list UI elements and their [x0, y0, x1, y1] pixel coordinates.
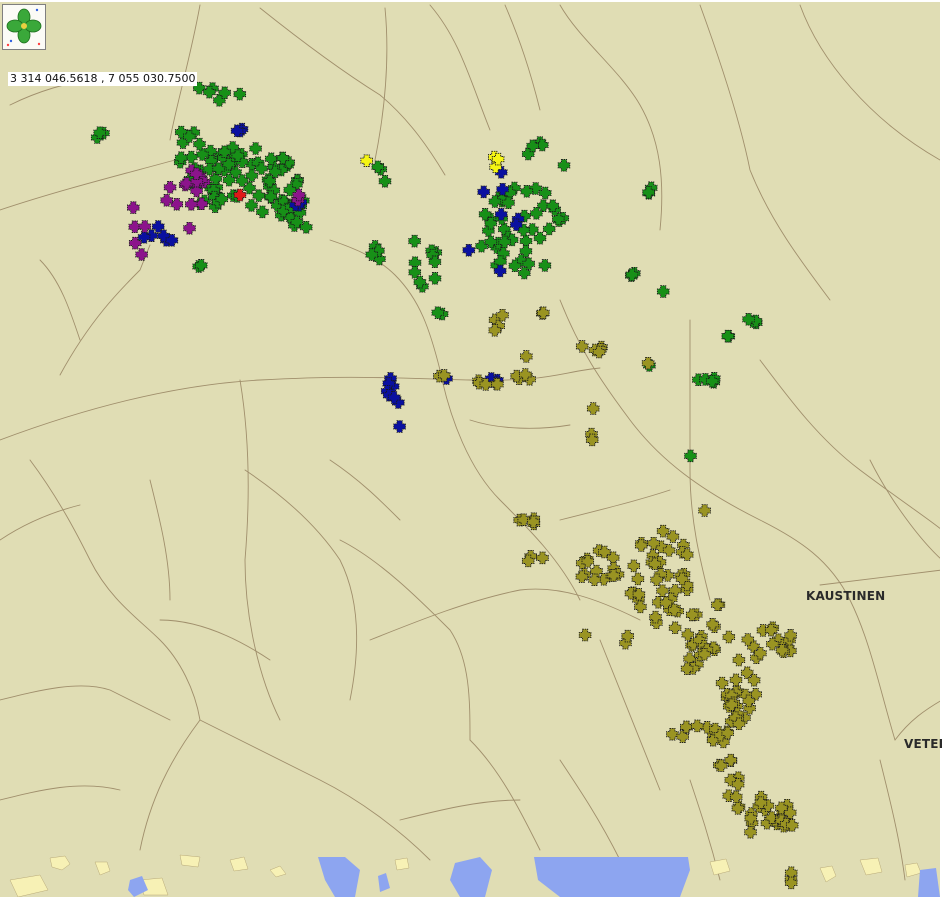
- green-point-marker[interactable]: [542, 222, 556, 236]
- place-label-veteli: VETEL: [904, 737, 942, 751]
- blue-point-marker[interactable]: [477, 185, 490, 199]
- green-point-marker[interactable]: [256, 205, 269, 219]
- four-leaf-clover-icon: [6, 8, 42, 47]
- green-point-marker[interactable]: [249, 142, 262, 155]
- purple-point-marker[interactable]: [163, 181, 177, 194]
- app-logo[interactable]: [2, 4, 46, 50]
- olive-point-marker[interactable]: [627, 559, 641, 573]
- olive-point-marker[interactable]: [698, 504, 711, 517]
- olive-point-marker[interactable]: [586, 402, 600, 415]
- green-point-marker[interactable]: [721, 329, 735, 343]
- olive-point-marker[interactable]: [732, 653, 746, 667]
- olive-point-marker[interactable]: [668, 621, 682, 635]
- place-label-kaustinen: KAUSTINEN: [806, 589, 886, 603]
- map-viewport[interactable]: 3 314 046.5618 , 7 055 030.7500 KAUSTINE…: [0, 0, 942, 897]
- top-frame: [0, 0, 942, 2]
- purple-point-marker[interactable]: [127, 201, 140, 214]
- olive-point-marker[interactable]: [715, 676, 729, 690]
- green-point-marker[interactable]: [428, 272, 442, 285]
- green-point-marker[interactable]: [408, 234, 421, 248]
- green-point-marker[interactable]: [533, 231, 547, 245]
- blue-point-marker[interactable]: [462, 243, 476, 257]
- olive-point-marker[interactable]: [722, 630, 736, 644]
- olive-point-marker[interactable]: [578, 628, 592, 642]
- olive-point-marker[interactable]: [656, 584, 669, 597]
- olive-point-marker[interactable]: [537, 306, 550, 320]
- purple-point-marker[interactable]: [183, 221, 196, 235]
- green-point-marker[interactable]: [252, 189, 266, 202]
- purple-point-marker[interactable]: [135, 248, 148, 261]
- green-point-marker[interactable]: [684, 449, 697, 463]
- green-point-marker[interactable]: [243, 181, 256, 195]
- green-point-marker[interactable]: [185, 150, 198, 164]
- green-point-marker[interactable]: [193, 137, 206, 151]
- olive-point-marker[interactable]: [520, 350, 533, 363]
- green-point-marker[interactable]: [557, 159, 571, 172]
- blue-point-marker[interactable]: [393, 420, 406, 433]
- green-point-marker[interactable]: [538, 259, 552, 272]
- olive-point-marker[interactable]: [729, 790, 743, 804]
- olive-point-marker[interactable]: [729, 673, 743, 687]
- coordinate-readout: 3 314 046.5618 , 7 055 030.7500: [8, 72, 198, 86]
- green-point-marker[interactable]: [656, 285, 670, 298]
- green-point-marker[interactable]: [378, 174, 392, 188]
- green-point-marker[interactable]: [245, 199, 258, 212]
- purple-point-marker[interactable]: [185, 198, 198, 211]
- olive-point-marker[interactable]: [536, 551, 549, 565]
- green-point-marker[interactable]: [233, 87, 247, 101]
- purple-point-marker[interactable]: [138, 220, 152, 233]
- yellow-point-marker[interactable]: [360, 154, 373, 167]
- olive-point-marker[interactable]: [575, 340, 589, 353]
- marker-layer[interactable]: [0, 0, 942, 897]
- olive-point-marker[interactable]: [631, 572, 645, 586]
